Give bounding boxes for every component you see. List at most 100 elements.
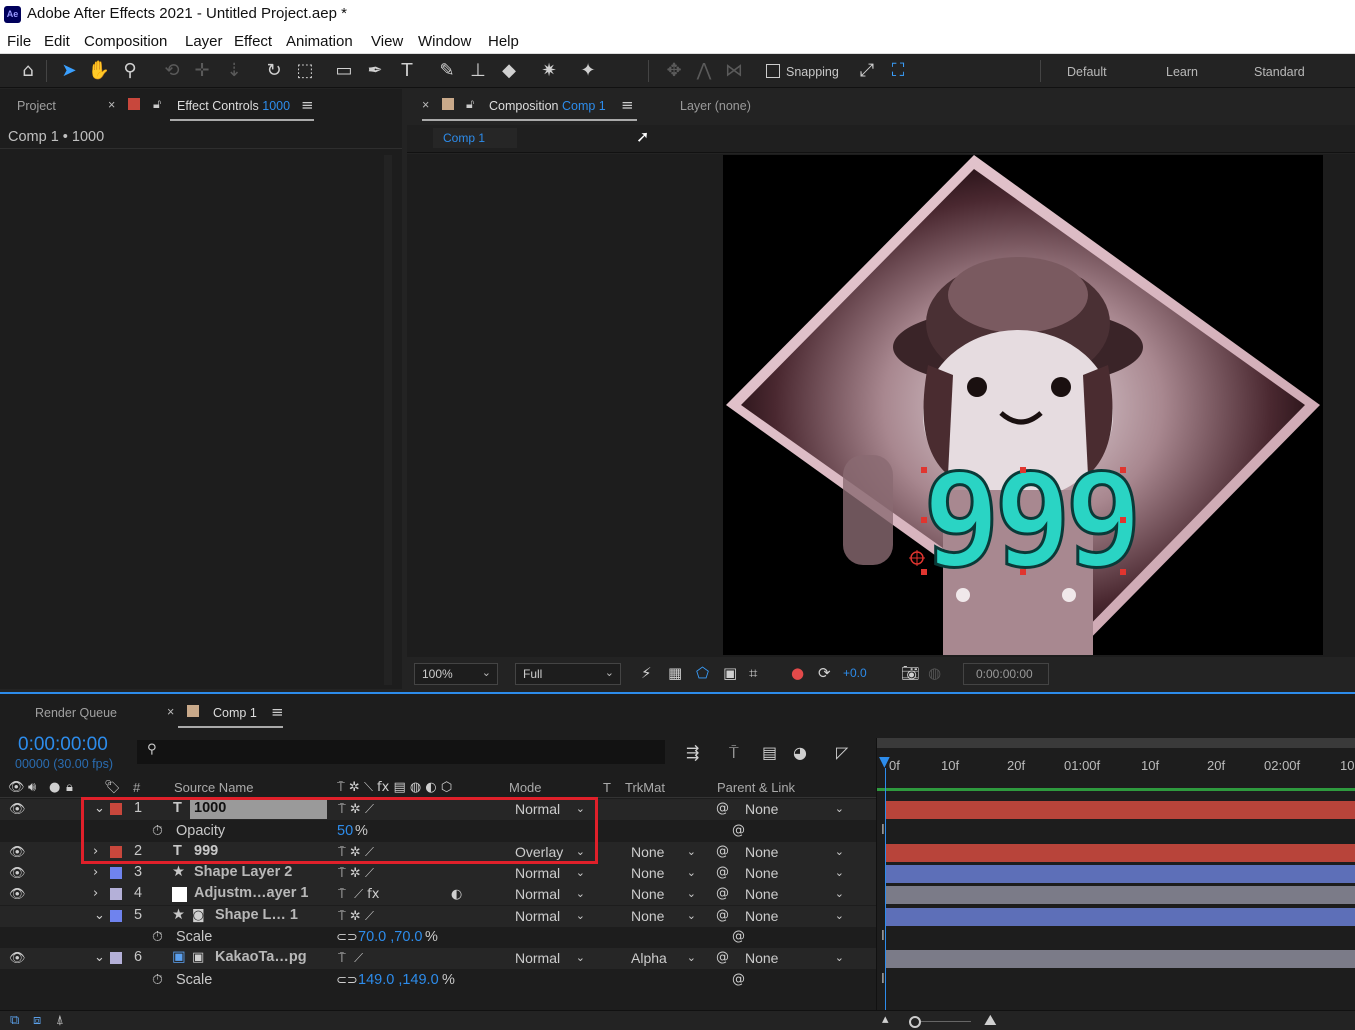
menu-window[interactable]: Window — [418, 33, 471, 50]
pick-whip-icon[interactable]: @ — [716, 950, 729, 965]
scrollbar[interactable] — [384, 155, 392, 685]
visibility-eye-icon[interactable]: 👁︎ — [9, 845, 26, 860]
tab-timeline-comp[interactable]: Comp 1 — [213, 706, 257, 720]
trkmat-dropdown[interactable]: None ⌄ — [625, 843, 701, 861]
chevron-right-icon[interactable]: › — [93, 886, 98, 901]
layer-search-input[interactable]: ⚲ — [137, 740, 665, 764]
snapping-checkbox[interactable] — [766, 64, 780, 78]
menu-composition[interactable]: Composition — [84, 33, 167, 50]
clone-stamp-icon[interactable]: ⊥ — [466, 59, 490, 83]
parent-dropdown[interactable]: None ⌄ — [739, 800, 849, 818]
visibility-eye-icon[interactable]: 👁︎ — [9, 866, 26, 881]
visibility-eye-icon[interactable]: 👁︎ — [9, 802, 26, 817]
layer-row[interactable]: 👁︎ ⌄ 6 ▣ ▣ KakaoTa…pg ⍑ ⟋ Normal ⌄ Alpha ⌄… — [0, 948, 876, 969]
zoom-out-icon[interactable]: ▴ — [882, 1012, 889, 1027]
render-time-toggle-icon[interactable]: ⍋ — [56, 1013, 64, 1028]
work-area-bar[interactable] — [877, 738, 1355, 748]
pick-whip-icon[interactable]: @ — [716, 844, 729, 859]
comp-viewer[interactable]: 999 — [407, 154, 1355, 657]
layer-name[interactable]: Adjustm…ayer 1 — [194, 885, 308, 901]
video-eye-icon[interactable]: 👁︎ — [8, 780, 25, 795]
pick-whip-icon[interactable]: @ — [716, 886, 729, 901]
resolution-dropdown[interactable]: Full ⌄ — [515, 663, 621, 685]
graph-editor-icon[interactable]: ◸ — [836, 743, 848, 762]
close-tab-icon[interactable]: × — [422, 98, 429, 112]
menu-edit[interactable]: Edit — [44, 33, 70, 50]
workspace-standard[interactable]: Standard — [1254, 65, 1305, 79]
close-tab-icon[interactable]: × — [108, 98, 115, 112]
brush-tool-icon[interactable]: ✎ — [435, 59, 459, 83]
layer-duration-bar[interactable] — [886, 908, 1355, 926]
parent-dropdown[interactable]: None ⌄ — [739, 885, 849, 903]
menu-file[interactable]: File — [7, 33, 31, 50]
layer-label-color[interactable] — [110, 952, 122, 964]
panel-menu-icon[interactable]: ≡ — [621, 96, 634, 114]
comp-text-999[interactable]: 999 — [922, 446, 1144, 598]
rectangle-tool-icon[interactable]: ▭ — [332, 59, 356, 83]
expression-pick-whip-icon[interactable]: @ — [732, 929, 745, 944]
blend-mode-dropdown[interactable]: Normal ⌄ — [509, 907, 590, 925]
layer-switches[interactable]: ⍑ ⟋ fx — [338, 887, 379, 902]
layer-duration-bar[interactable] — [886, 865, 1355, 883]
zoom-in-icon[interactable]: ⛰ — [984, 1011, 997, 1029]
snap-mode-icon[interactable]: ⛶ — [886, 59, 910, 83]
zoom-dropdown[interactable]: 100% ⌄ — [414, 663, 498, 685]
audio-icon[interactable]: 🔊︎ — [28, 780, 36, 795]
zoom-slider-thumb[interactable] — [909, 1016, 921, 1028]
dolly-camera-icon[interactable]: ⇣ — [222, 59, 246, 83]
pick-whip-icon[interactable]: @ — [716, 801, 729, 816]
stopwatch-icon[interactable]: ⏱︎ — [152, 929, 163, 945]
expression-pick-whip-icon[interactable]: @ — [732, 823, 745, 838]
layer-duration-bar[interactable] — [886, 886, 1355, 904]
eraser-tool-icon[interactable]: ◆ — [497, 59, 521, 83]
chevron-right-icon[interactable]: › — [93, 865, 98, 880]
trkmat-dropdown[interactable]: None ⌄ — [625, 885, 701, 903]
show-snapshot-icon[interactable]: ◍ — [928, 664, 941, 682]
expression-pick-whip-icon[interactable]: @ — [732, 972, 745, 987]
chevron-down-icon[interactable]: ⌄ — [94, 950, 105, 965]
tab-effect-controls[interactable]: Effect Controls 1000 — [177, 99, 290, 113]
home-icon[interactable]: ⌂ — [16, 59, 40, 83]
column-t[interactable]: T — [603, 780, 611, 795]
blend-mode-dropdown[interactable]: Normal ⌄ — [509, 864, 590, 882]
column-parent-link[interactable]: Parent & Link — [717, 780, 795, 795]
menu-animation[interactable]: Animation — [286, 33, 353, 50]
layer-name[interactable]: KakaoTa…pg — [215, 949, 307, 965]
panel-menu-icon[interactable]: ≡ — [271, 703, 284, 721]
layer-row[interactable]: 👁︎ › 4 Adjustm…ayer 1 ⍑ ⟋ fx ◐ Normal ⌄ N… — [0, 884, 876, 905]
pen-tool-icon[interactable]: ✒ — [363, 59, 387, 83]
timeline-current-time[interactable]: 0:00:00:00 — [18, 734, 108, 756]
parent-dropdown[interactable]: None ⌄ — [739, 949, 849, 967]
type-tool-icon[interactable]: T — [395, 59, 419, 83]
transparency-grid-icon[interactable]: ▦ — [668, 664, 682, 682]
frame-blending-icon[interactable]: ▤ — [762, 743, 777, 762]
layer-switches[interactable]: ⍑ ⟋ — [338, 951, 363, 966]
trkmat-dropdown[interactable]: Alpha ⌄ — [625, 949, 701, 967]
workspace-default[interactable]: Default — [1067, 65, 1107, 79]
layer-switches[interactable]: ⍑ ✲ ⟋ — [338, 866, 374, 881]
zoom-slider-track[interactable] — [921, 1021, 971, 1022]
column-number[interactable]: # — [133, 780, 140, 795]
menu-view[interactable]: View — [371, 33, 403, 50]
column-trkmat[interactable]: TrkMat — [625, 780, 665, 795]
selection-tool-icon[interactable]: ➤ — [57, 59, 81, 83]
panel-menu-icon[interactable]: ≡ — [301, 96, 314, 114]
comp-flowchart-tab[interactable]: Comp 1 — [433, 128, 517, 148]
layer-label-color[interactable] — [110, 888, 122, 900]
reset-exposure-icon[interactable]: ⟳ — [818, 664, 831, 682]
tab-layer[interactable]: Layer (none) — [680, 99, 751, 113]
scale-value[interactable]: 149.0 ,149.0 — [358, 972, 439, 988]
trkmat-dropdown[interactable]: None ⌄ — [625, 907, 701, 925]
layer-duration-bar[interactable] — [886, 801, 1355, 819]
layer-row[interactable]: 👁︎ › 3 ★ Shape Layer 2 ⍑ ✲ ⟋ Normal ⌄ Non… — [0, 863, 876, 884]
time-ruler[interactable]: 0f 10f 20f 01:00f 10f 20f 02:00f 10 — [877, 748, 1355, 794]
label-tag-icon[interactable]: 🏷︎ — [104, 780, 121, 795]
zoom-tool-icon[interactable]: ⚲ — [118, 59, 142, 83]
pick-whip-icon[interactable]: @ — [716, 908, 729, 923]
chevron-down-icon[interactable]: ⌄ — [94, 908, 105, 923]
adjustment-layer-switch-icon[interactable]: ◐ — [451, 887, 462, 902]
layer-switches-toggle-icon[interactable]: ⧉ — [10, 1013, 19, 1028]
snap-options-icon[interactable]: ⤢ — [855, 59, 879, 83]
comp-mini-flowchart-icon[interactable]: ⇶ — [686, 743, 699, 762]
pan-behind-icon[interactable]: ⬚ — [293, 59, 317, 83]
